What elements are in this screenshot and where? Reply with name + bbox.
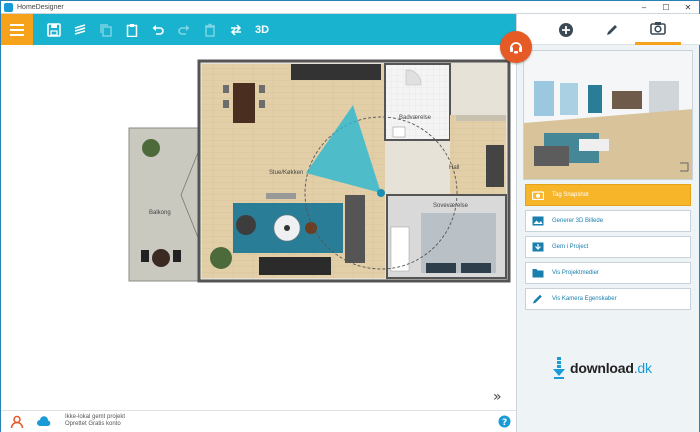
undo-icon[interactable] xyxy=(145,14,171,45)
side-table xyxy=(305,222,317,234)
image-save-icon xyxy=(532,242,544,252)
action-list: Tag Snapshot Generer 3D Billede Gem i Pr… xyxy=(525,184,691,314)
app-window: HomeDesigner – ☐ ✕ 3D Balkong Stue/Køkke… xyxy=(0,0,700,432)
add-icon[interactable] xyxy=(543,14,589,45)
take-snapshot-label: Tag Snapshot xyxy=(552,192,589,198)
balcony-chair-left xyxy=(141,250,149,262)
living-room-label: Stue/Køkken xyxy=(269,170,303,176)
redo-icon[interactable] xyxy=(171,14,197,45)
preview-coffee-table xyxy=(579,139,609,151)
status-bar: Ikke-lokal gemt projekt Oprettet Gratis … xyxy=(1,410,516,432)
swap-icon[interactable] xyxy=(223,14,249,45)
camera-properties-label: Vis Kamera Egenskaber xyxy=(552,296,617,302)
generate-3d-image-button[interactable]: Generer 3D Billede xyxy=(525,210,691,232)
expand-panel-icon[interactable]: » xyxy=(493,389,502,405)
main-toolbar: 3D xyxy=(1,14,516,45)
camera-marker[interactable] xyxy=(377,189,385,197)
view-project-media-label: Vis Projektmedier xyxy=(552,270,599,276)
pencil-icon xyxy=(533,294,542,304)
download-arrow-icon xyxy=(553,357,565,379)
clipboard-icon[interactable] xyxy=(119,14,145,45)
folder-icon xyxy=(532,269,544,278)
support-chat-button[interactable] xyxy=(500,31,532,63)
download-dk-logo: download.dk xyxy=(552,357,652,379)
pencil-icon[interactable] xyxy=(589,14,635,45)
balcony-chair-right xyxy=(173,250,181,262)
maximize-icon[interactable]: ☐ xyxy=(655,1,677,14)
dining-chair xyxy=(223,85,229,93)
delete-icon[interactable] xyxy=(197,14,223,45)
view-3d-button[interactable]: 3D xyxy=(249,14,275,45)
hall-wardrobe xyxy=(486,145,504,187)
cloud-icon[interactable] xyxy=(36,416,52,428)
preview-window xyxy=(534,81,554,116)
save-to-project-label: Gem i Project xyxy=(552,244,589,250)
status-line-1: Ikke-lokal gemt projekt xyxy=(65,414,126,420)
bed-pillow xyxy=(461,263,491,273)
preview-window xyxy=(560,83,578,115)
right-panel: Tag Snapshot Generer 3D Billede Gem i Pr… xyxy=(516,14,700,432)
dining-chair xyxy=(259,100,265,108)
panel-tabs xyxy=(517,14,700,45)
3d-preview[interactable] xyxy=(523,50,693,180)
plant xyxy=(210,247,232,269)
title-bar: HomeDesigner – ☐ ✕ xyxy=(1,1,699,14)
help-icon[interactable]: ? xyxy=(498,415,511,428)
generate-3d-image-label: Generer 3D Billede xyxy=(552,218,604,224)
image-icon xyxy=(532,216,544,226)
app-logo-icon xyxy=(4,2,13,12)
kitchen-island xyxy=(345,195,365,263)
user-icon[interactable] xyxy=(10,415,24,429)
menu-button[interactable] xyxy=(1,14,33,45)
window-title: HomeDesigner xyxy=(17,3,64,11)
toilet xyxy=(392,126,406,138)
preview-sofa xyxy=(534,146,569,166)
svg-text:?: ? xyxy=(502,418,507,428)
hall-label: Hall xyxy=(449,165,459,171)
armchair xyxy=(236,215,256,235)
coffee-table-item xyxy=(284,225,290,231)
status-text: Ikke-lokal gemt projekt Oprettet Gratis … xyxy=(65,414,125,428)
view-project-media-button[interactable]: Vis Projektmedier xyxy=(525,262,691,284)
camera-icon xyxy=(650,22,666,35)
sofa xyxy=(259,257,331,275)
kitchen-counter xyxy=(291,64,381,80)
layers-icon[interactable] xyxy=(67,14,93,45)
balcony-label: Balkong xyxy=(149,210,171,216)
dining-chair xyxy=(259,85,265,93)
hall-shelf xyxy=(456,115,506,121)
tv-bench xyxy=(266,193,296,199)
save-to-project-button[interactable]: Gem i Project xyxy=(525,236,691,258)
close-icon[interactable]: ✕ xyxy=(677,1,699,14)
status-line-2: Oprettet Gratis konto xyxy=(65,421,121,427)
bed-pillow xyxy=(426,263,456,273)
floorplan[interactable]: Balkong Stue/Køkken Badværelse Hall Sove… xyxy=(1,45,516,410)
camera-properties-button[interactable]: Vis Kamera Egenskaber xyxy=(525,288,691,310)
camera-icon xyxy=(532,191,544,200)
floorplan-canvas[interactable]: Balkong Stue/Køkken Badværelse Hall Sove… xyxy=(1,45,516,410)
preview-wall-panel xyxy=(588,85,602,113)
headset-icon xyxy=(510,42,522,54)
balcony-table xyxy=(152,249,170,267)
dining-chair xyxy=(223,100,229,108)
balcony-plant-top xyxy=(142,139,160,157)
copy-icon[interactable] xyxy=(93,14,119,45)
take-snapshot-button[interactable]: Tag Snapshot xyxy=(525,184,691,206)
preview-table xyxy=(612,91,642,109)
bedroom-label: Soveværelse xyxy=(433,203,469,209)
camera-tab[interactable] xyxy=(635,14,681,45)
brand-name: download xyxy=(570,360,634,376)
brand-tld: .dk xyxy=(633,360,652,376)
save-icon[interactable] xyxy=(41,14,67,45)
bedroom-wardrobe xyxy=(390,226,410,272)
minimize-icon[interactable]: – xyxy=(633,1,655,14)
dining-table xyxy=(233,83,255,123)
